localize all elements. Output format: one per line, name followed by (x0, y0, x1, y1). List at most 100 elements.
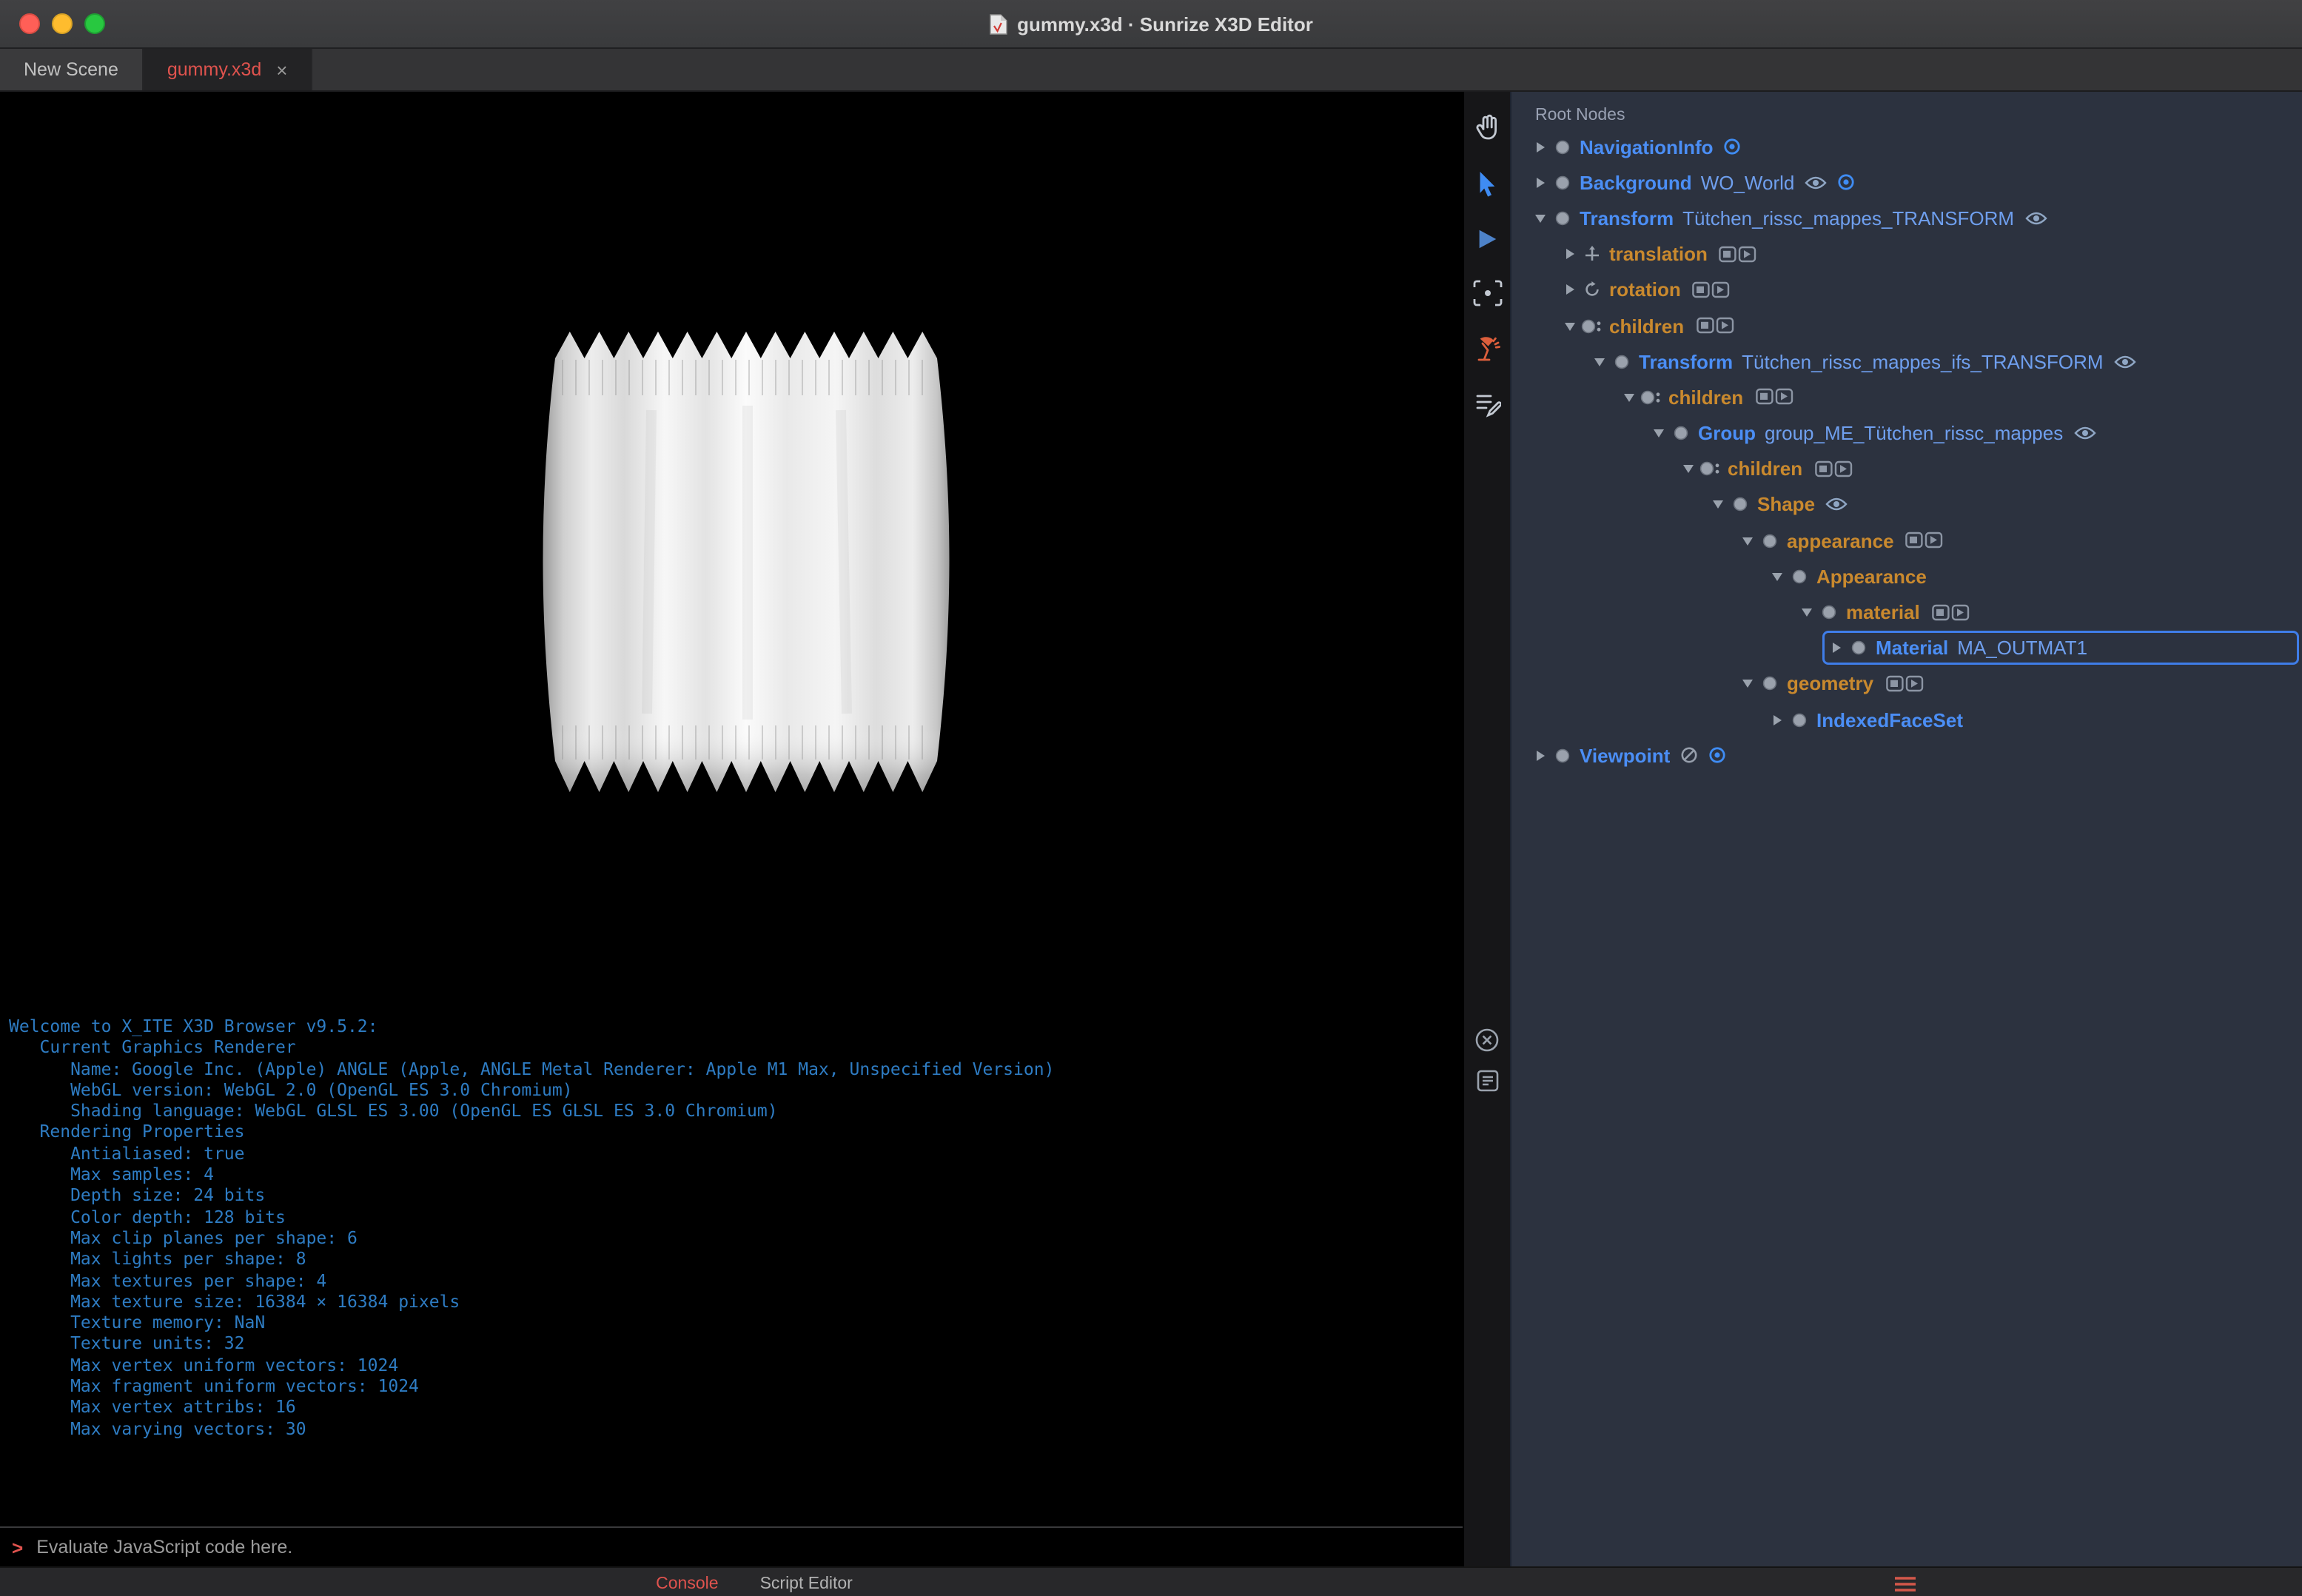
outline-row[interactable]: children (1511, 308, 2302, 343)
arrow-down-icon[interactable] (1618, 391, 1639, 404)
bottom-tab-script-editor[interactable]: Script Editor (760, 1575, 853, 1593)
node-name-label: MA_OUTMAT1 (1957, 637, 2088, 660)
tab-close-icon[interactable]: × (276, 60, 287, 79)
tab-label: New Scene (24, 59, 118, 80)
eye-icon[interactable] (2024, 210, 2047, 227)
outline-row[interactable]: Transform Tütchen_rissc_mappes_TRANSFORM (1511, 201, 2302, 236)
node-type-label: children (1728, 457, 1803, 480)
arrow-right-icon[interactable] (1559, 247, 1580, 261)
bullet-translation-icon (1580, 246, 1605, 262)
outline-row[interactable]: IndexedFaceSet (1511, 702, 2302, 737)
outline-row[interactable]: Group group_ME_Tütchen_rissc_mappes (1511, 415, 2302, 451)
outline-row[interactable]: translation (1511, 236, 2302, 272)
tab-gummy-x3d[interactable]: gummy.x3d × (143, 49, 313, 90)
outline-selected-node: Material MA_OUTMAT1 (1822, 631, 2299, 665)
eye-icon[interactable] (1825, 497, 1848, 513)
bullet-node-icon (1668, 425, 1694, 441)
outline-row[interactable]: children (1511, 451, 2302, 486)
play-icon[interactable] (1474, 227, 1500, 252)
arrow-down-icon[interactable] (1796, 606, 1816, 619)
outline-row[interactable]: children (1511, 380, 2302, 415)
console-line: Max vertex attribs: 16 (9, 1396, 296, 1418)
chips-icon[interactable] (1692, 281, 1731, 299)
arrow-down-icon[interactable] (1736, 534, 1757, 547)
bottom-tab-console[interactable]: Console (656, 1575, 718, 1593)
outline-row[interactable]: appearance (1511, 523, 2302, 558)
console-line: Rendering Properties (9, 1121, 245, 1142)
chips-icon[interactable] (1931, 603, 1970, 621)
outline-row[interactable]: Transform Tütchen_rissc_mappes_ifs_TRANSF… (1511, 343, 2302, 379)
eye-icon[interactable] (2073, 425, 2095, 441)
console-line: Antialiased: true (9, 1142, 245, 1164)
node-type-label: material (1846, 601, 1920, 624)
arrow-down-icon[interactable] (1707, 498, 1728, 512)
panel-menu-hamburger-icon[interactable] (1893, 1575, 1917, 1593)
outline-row[interactable]: NavigationInfo (1511, 129, 2302, 164)
bullet-node-icon (1728, 497, 1753, 513)
select-arrow-icon[interactable] (1474, 170, 1500, 198)
chips-icon[interactable] (1696, 317, 1734, 335)
console-line: Texture memory: NaN (9, 1312, 266, 1333)
target-icon[interactable] (1708, 747, 1726, 765)
pan-hand-icon[interactable] (1472, 113, 1502, 142)
chips-icon[interactable] (1755, 389, 1793, 406)
node-type-label: NavigationInfo (1580, 135, 1714, 158)
node-name-label: Tütchen_rissc_mappes_TRANSFORM (1682, 207, 2015, 229)
arrow-down-icon[interactable] (1588, 355, 1609, 368)
outline-row[interactable]: rotation (1511, 272, 2302, 308)
arrow-down-icon[interactable] (1736, 677, 1757, 691)
minimize-window-button[interactable] (52, 13, 73, 34)
outline-row[interactable]: material (1511, 594, 2302, 630)
close-window-button[interactable] (19, 13, 40, 34)
slash-icon[interactable] (1680, 747, 1698, 765)
arrow-down-icon[interactable] (1766, 570, 1787, 583)
node-type-label: geometry (1787, 672, 1874, 695)
node-type-label: appearance (1787, 529, 1894, 552)
outline-row[interactable]: geometry (1511, 666, 2302, 702)
target-icon[interactable] (1724, 138, 1742, 155)
bullet-node-icon (1550, 210, 1575, 227)
viewfinder-icon[interactable] (1472, 280, 1502, 306)
chips-icon[interactable] (1885, 675, 1924, 693)
outline-row[interactable]: Appearance (1511, 559, 2302, 594)
arrow-right-icon[interactable] (1529, 140, 1550, 153)
bullet-node-icon (1550, 175, 1575, 191)
outline-row[interactable]: Material MA_OUTMAT1 (1511, 630, 2302, 665)
console-line: Max clip planes per shape: 6 (9, 1227, 358, 1248)
viewport-toolbar (1463, 92, 1510, 1566)
arrow-right-icon[interactable] (1766, 713, 1787, 726)
outline-row[interactable]: Background WO_World (1511, 164, 2302, 200)
chips-icon[interactable] (1719, 245, 1758, 263)
target-icon[interactable] (1837, 174, 1855, 192)
bullet-node-icon (1787, 711, 1812, 728)
arrow-down-icon[interactable] (1529, 212, 1550, 225)
arrow-right-icon[interactable] (1559, 284, 1580, 297)
clear-console-icon[interactable] (1475, 1069, 1499, 1093)
script-pencil-icon[interactable] (1474, 391, 1500, 418)
eye-icon[interactable] (2113, 353, 2136, 369)
outline-row[interactable]: Viewpoint (1511, 737, 2302, 773)
viewport-3d[interactable] (0, 92, 1463, 1007)
arrow-down-icon[interactable] (1559, 319, 1580, 332)
node-type-label: Transform (1580, 207, 1674, 229)
title-bar: gummy.x3d · Sunrize X3D Editor (0, 0, 2302, 49)
outline-row[interactable]: Shape (1511, 487, 2302, 523)
chips-icon[interactable] (1905, 532, 1944, 549)
chips-icon[interactable] (1814, 460, 1853, 478)
arrow-right-icon[interactable] (1825, 641, 1846, 654)
document-icon (989, 13, 1008, 35)
arrow-right-icon[interactable] (1529, 176, 1550, 190)
console-line: Color depth: 128 bits (9, 1206, 286, 1227)
arrow-down-icon[interactable] (1677, 463, 1698, 476)
tab-new-scene[interactable]: New Scene (0, 49, 144, 90)
node-type-label: Shape (1757, 493, 1816, 516)
arrow-down-icon[interactable] (1648, 426, 1668, 440)
zoom-window-button[interactable] (84, 13, 105, 34)
close-circle-icon[interactable] (1474, 1027, 1500, 1053)
headlight-icon[interactable] (1472, 335, 1502, 363)
bullet-node-icon (1787, 569, 1812, 585)
arrow-right-icon[interactable] (1529, 749, 1550, 762)
console-input[interactable] (33, 1535, 1463, 1559)
bullet-socket-icon (1639, 389, 1664, 406)
eye-icon[interactable] (1805, 175, 1827, 191)
